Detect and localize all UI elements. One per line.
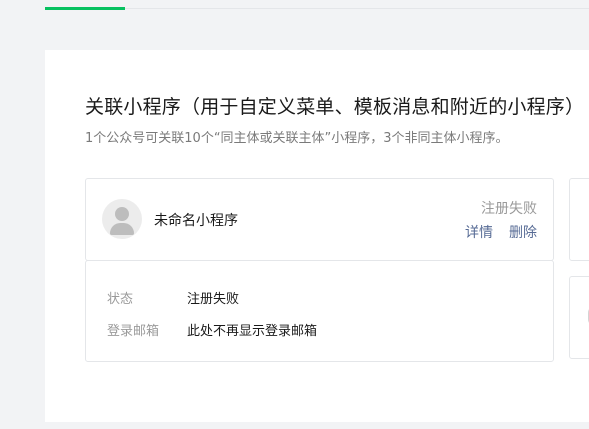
- active-tab-indicator: [45, 7, 125, 10]
- avatar-head-shape: [115, 207, 129, 221]
- miniprogram-card-details: 状态 注册失败 登录邮箱 此处不再显示登录邮箱: [85, 260, 554, 362]
- login-email-label: 登录邮箱: [107, 324, 160, 339]
- next-card-details[interactable]: [569, 276, 589, 359]
- delete-link[interactable]: 删除: [509, 222, 537, 242]
- status-label: 状态: [107, 292, 134, 307]
- top-nav: [0, 0, 589, 12]
- default-avatar-icon: [102, 199, 142, 239]
- section-subtitle: 1个公众号可关联10个“同主体或关联主体”小程序，3个非同主体小程序。: [85, 131, 509, 146]
- avatar-body-shape: [110, 223, 134, 235]
- login-email-value: 此处不再显示登录邮箱: [187, 324, 318, 339]
- status-badge: 注册失败: [481, 201, 537, 217]
- miniprogram-name: 未命名小程序: [154, 213, 238, 229]
- miniprogram-card-header: 未命名小程序 注册失败 详情 删除: [85, 178, 554, 261]
- status-value: 注册失败: [187, 292, 240, 307]
- next-card-header[interactable]: [569, 178, 589, 261]
- related-miniprogram-panel: 关联小程序（用于自定义菜单、模板消息和附近的小程序） 1个公众号可关联10个“同…: [45, 50, 589, 422]
- section-title: 关联小程序（用于自定义菜单、模板消息和附近的小程序）: [85, 96, 585, 118]
- tab-divider: [45, 8, 589, 9]
- detail-link[interactable]: 详情: [465, 222, 493, 242]
